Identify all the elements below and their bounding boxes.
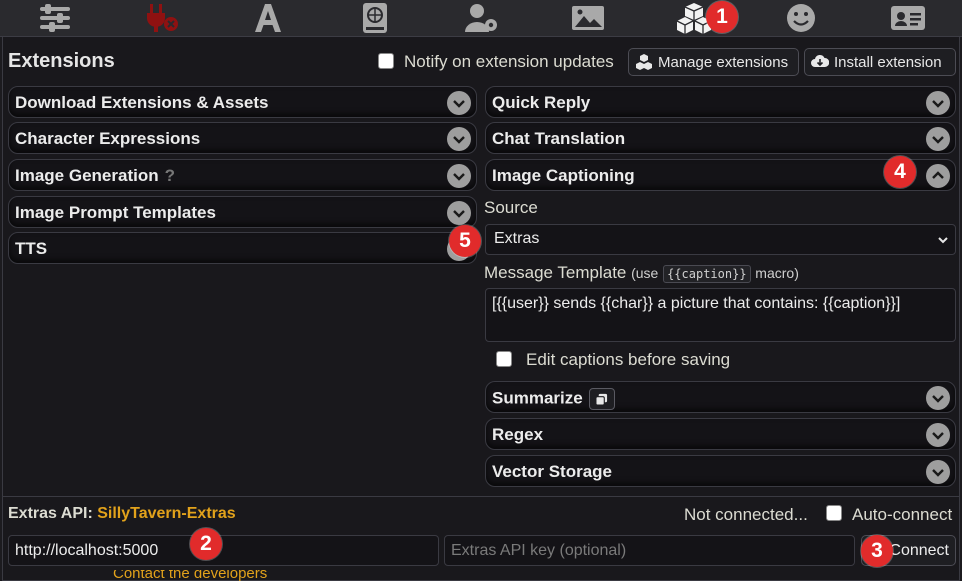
connection-status: Not connected... <box>684 505 808 524</box>
extras-api-key-input[interactable]: Extras API key (optional) <box>444 535 855 566</box>
drawer-title: Image Generation <box>15 166 159 185</box>
drawer-title: TTS <box>15 239 48 258</box>
caption-macro-code: {{caption}} <box>663 265 751 283</box>
drawer-vector-storage[interactable]: Vector Storage <box>485 455 956 487</box>
chevron-down-icon[interactable] <box>447 91 471 115</box>
plug-icon[interactable] <box>140 2 184 34</box>
drawer-download-extensions[interactable]: Download Extensions & Assets <box>8 86 477 118</box>
copy-icon[interactable] <box>588 388 615 410</box>
chevron-down-icon <box>938 237 948 244</box>
top-navigation-bar <box>0 0 962 37</box>
sillytavern-extras-link[interactable]: SillyTavern-Extras <box>97 505 235 522</box>
source-select-value: Extras <box>494 230 540 247</box>
user-gear-icon[interactable] <box>459 2 503 34</box>
cloud-download-icon <box>811 54 829 67</box>
drawer-title: Download Extensions & Assets <box>15 93 269 112</box>
chevron-down-icon[interactable] <box>926 127 950 151</box>
manage-extensions-label: Manage extensions <box>658 53 789 71</box>
extras-api-url-input[interactable]: http://localhost:5000 <box>8 535 439 566</box>
drawer-regex[interactable]: Regex <box>485 418 956 450</box>
globe-book-icon[interactable] <box>353 2 397 34</box>
badge-1: 1 <box>706 1 738 33</box>
chevron-down-icon[interactable] <box>447 201 471 225</box>
chevron-down-icon[interactable] <box>926 423 950 447</box>
template-hint-suffix: macro) <box>755 265 799 281</box>
help-icon[interactable]: ? <box>165 166 175 185</box>
drawer-summarize[interactable]: Summarize <box>485 381 956 413</box>
install-extension-label: Install extension <box>834 53 942 71</box>
drawer-image-generation[interactable]: Image Generation? <box>8 159 477 191</box>
drawer-title: Regex <box>492 425 544 444</box>
divider <box>2 496 960 497</box>
auto-connect-label: Auto-connect <box>852 505 953 524</box>
message-template-label: Message Template <box>484 263 627 282</box>
drawer-quick-reply[interactable]: Quick Reply <box>485 86 956 118</box>
badge-5: 5 <box>449 225 481 257</box>
drawer-title: Character Expressions <box>15 129 201 148</box>
edit-captions-label: Edit captions before saving <box>526 350 731 369</box>
chevron-down-icon[interactable] <box>926 386 950 410</box>
chevron-down-icon[interactable] <box>447 127 471 151</box>
source-label: Source <box>484 198 538 217</box>
chevron-down-icon[interactable] <box>447 164 471 188</box>
notify-updates-label: Notify on extension updates <box>404 52 614 71</box>
drawer-title: Vector Storage <box>492 462 612 481</box>
extensions-title: Extensions <box>8 50 115 72</box>
chevron-down-icon[interactable] <box>926 460 950 484</box>
id-card-icon[interactable] <box>886 2 930 34</box>
chevron-up-icon[interactable] <box>926 164 950 188</box>
edit-captions-checkbox[interactable] <box>496 351 512 367</box>
drawer-image-prompt-templates[interactable]: Image Prompt Templates <box>8 196 477 228</box>
template-hint-prefix: (use <box>631 265 659 281</box>
message-template-textarea[interactable]: [{{user}} sends {{char}} a picture that … <box>485 288 956 342</box>
drawer-title: Quick Reply <box>492 93 591 112</box>
drawer-title: Image Captioning <box>492 166 635 185</box>
badge-3: 3 <box>861 535 893 567</box>
image-icon[interactable] <box>566 2 610 34</box>
manage-extensions-button[interactable]: Manage extensions <box>628 48 799 76</box>
drawer-character-expressions[interactable]: Character Expressions <box>8 122 477 154</box>
smile-icon[interactable] <box>779 2 823 34</box>
install-extension-button[interactable]: Install extension <box>804 48 956 76</box>
chevron-down-icon[interactable] <box>926 91 950 115</box>
source-select[interactable]: Extras <box>485 224 956 255</box>
notify-updates-checkbox[interactable] <box>378 53 394 69</box>
badge-2: 2 <box>190 528 222 560</box>
drawer-title: Image Prompt Templates <box>15 203 216 222</box>
font-icon[interactable] <box>246 2 290 34</box>
sliders-icon[interactable] <box>33 2 77 34</box>
drawer-title: Summarize <box>492 388 583 408</box>
cubes-icon <box>636 54 652 70</box>
contact-developers-link[interactable]: Contact the developers <box>113 570 267 581</box>
drawer-title: Chat Translation <box>492 129 626 148</box>
auto-connect-checkbox[interactable] <box>826 505 842 521</box>
extras-api-label: Extras API: <box>8 505 93 522</box>
drawer-chat-translation[interactable]: Chat Translation <box>485 122 956 154</box>
drawer-tts[interactable]: TTS <box>8 232 477 264</box>
badge-4: 4 <box>884 156 916 188</box>
